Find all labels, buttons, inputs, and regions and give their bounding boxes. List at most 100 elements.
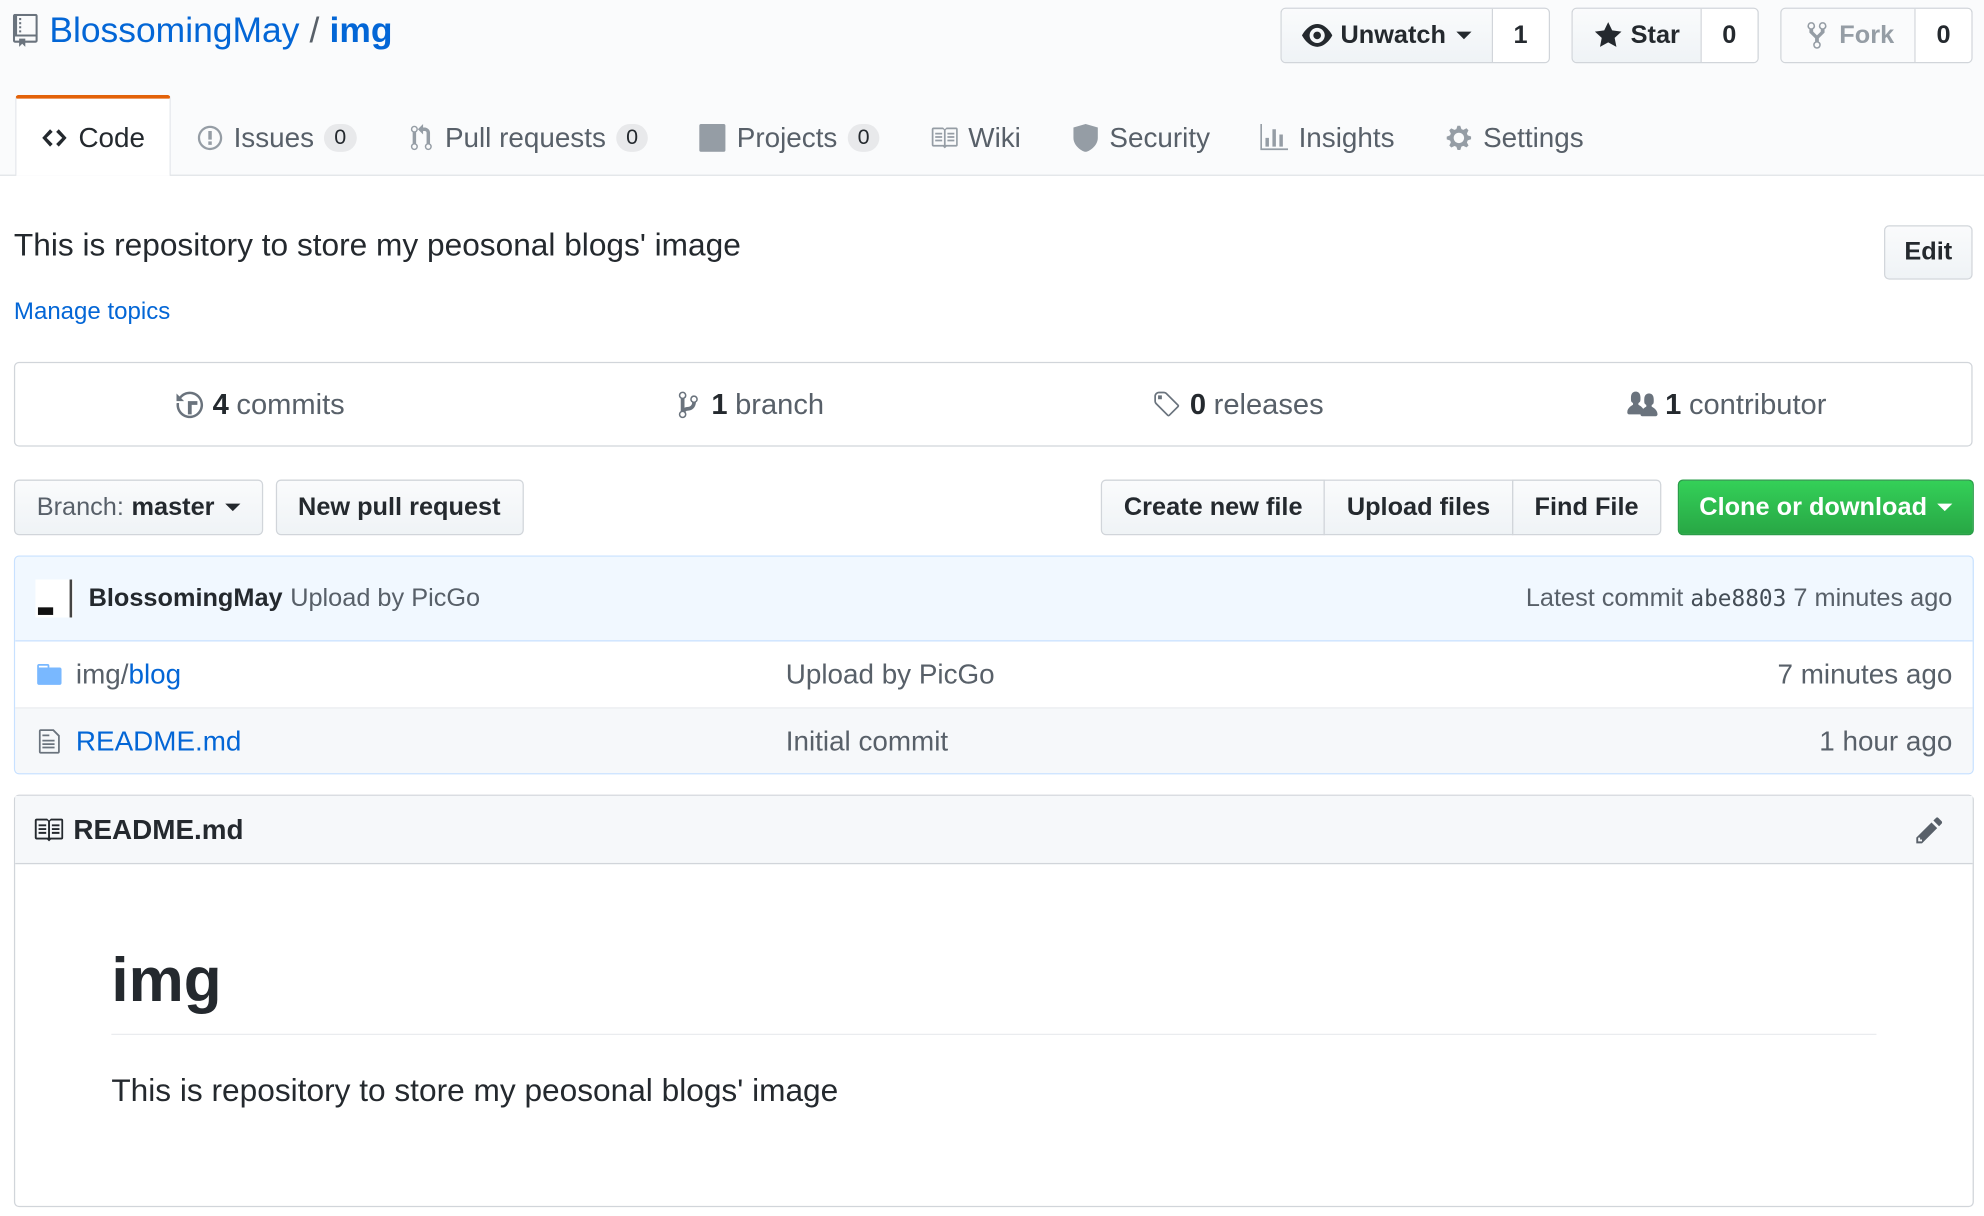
branch-count: 1	[711, 387, 728, 421]
tab-label: Wiki	[968, 120, 1021, 153]
stargazers-count[interactable]: 0	[1701, 8, 1758, 62]
pencil-icon[interactable]	[1914, 814, 1944, 844]
tab-issues[interactable]: Issues 0	[170, 97, 381, 175]
star-button[interactable]: Star	[1572, 8, 1702, 62]
chevron-down-icon	[1456, 31, 1472, 40]
repo-name-link[interactable]: img	[330, 10, 393, 50]
tab-label: Insights	[1298, 120, 1395, 153]
shield-icon	[1073, 123, 1098, 152]
readme-panel: README.md img This is repository to stor…	[13, 794, 1974, 1208]
readme-filename: README.md	[73, 812, 244, 845]
pull-request-icon	[410, 123, 432, 150]
commits-link[interactable]: 4 commits	[15, 363, 504, 445]
tab-insights[interactable]: Insights	[1235, 97, 1420, 175]
fork-button[interactable]: Fork	[1781, 8, 1916, 62]
file-commit-message[interactable]: Upload by PicGo	[786, 658, 1778, 691]
new-pull-request-button[interactable]: New pull request	[275, 479, 524, 536]
chevron-down-icon	[1937, 503, 1953, 512]
commit-author-link[interactable]: BlossomingMay	[89, 584, 283, 613]
find-file-button[interactable]: Find File	[1511, 479, 1662, 536]
file-actions-group: Create new file Upload files Find File	[1101, 479, 1662, 537]
path-leaf: README.md	[75, 724, 242, 757]
tab-label: Projects	[736, 120, 838, 153]
code-icon	[42, 128, 67, 146]
watchers-count[interactable]: 1	[1492, 8, 1549, 62]
tab-pull-requests[interactable]: Pull requests 0	[382, 97, 674, 175]
graph-icon	[1260, 123, 1289, 150]
commits-count: 4	[212, 387, 229, 421]
table-row: README.md Initial commit 1 hour ago	[15, 707, 1973, 774]
manage-topics-link[interactable]: Manage topics	[14, 299, 170, 327]
file-name-link[interactable]: README.md	[76, 724, 786, 757]
project-icon	[699, 123, 726, 152]
eye-icon	[1302, 24, 1333, 47]
repo-icon	[12, 13, 38, 47]
latest-commit-bar: BlossomingMay Upload by PicGo Latest com…	[15, 556, 1973, 642]
repo-owner-link[interactable]: BlossomingMay	[49, 10, 299, 50]
clone-label: Clone or download	[1699, 492, 1928, 521]
gear-icon	[1446, 125, 1472, 150]
commit-sha-link[interactable]: abe8803	[1690, 585, 1786, 612]
contributors-link[interactable]: 1 contributor	[1482, 363, 1971, 445]
tab-code[interactable]: Code	[15, 94, 171, 176]
file-age: 7 minutes ago	[1777, 657, 1953, 690]
tab-settings[interactable]: Settings	[1420, 97, 1609, 175]
tag-icon	[1154, 390, 1180, 416]
star-button-group: Star 0	[1571, 7, 1759, 64]
repo-description: This is repository to store my peosonal …	[13, 227, 741, 264]
releases-count: 0	[1189, 387, 1207, 421]
latest-commit-prefix: Latest commit	[1525, 583, 1684, 612]
watch-button-group: Unwatch 1	[1280, 7, 1550, 64]
branch-select-button[interactable]: Branch: master	[13, 479, 263, 536]
tab-label: Code	[78, 120, 145, 153]
file-navigation: Branch: master New pull request Create n…	[13, 479, 1974, 537]
clone-or-download-button[interactable]: Clone or download	[1677, 479, 1974, 536]
page: BlossomingMay / img Unwatch 1 Star 0 For…	[0, 0, 1984, 1216]
fork-label: Fork	[1839, 20, 1895, 49]
file-name-link[interactable]: img/blog	[76, 658, 786, 691]
fork-icon	[1807, 22, 1827, 49]
tab-wiki[interactable]: Wiki	[905, 97, 1046, 175]
readme-heading: img	[111, 945, 1877, 1036]
issue-icon	[197, 125, 222, 150]
projects-counter: 0	[847, 123, 880, 152]
forks-count[interactable]: 0	[1915, 8, 1972, 62]
pull-requests-counter: 0	[616, 123, 649, 152]
issues-counter: 0	[324, 123, 357, 152]
releases-link[interactable]: 0 releases	[993, 363, 1482, 445]
history-icon	[176, 390, 204, 418]
chevron-down-icon	[224, 503, 240, 512]
book-icon	[34, 818, 64, 841]
unwatch-button[interactable]: Unwatch	[1282, 8, 1493, 62]
tab-label: Issues	[233, 120, 315, 153]
people-icon	[1627, 390, 1658, 416]
tab-label: Settings	[1483, 120, 1584, 153]
branch-icon	[679, 390, 699, 418]
commits-label: commits	[236, 387, 345, 421]
repo-title: BlossomingMay / img	[12, 10, 393, 50]
repo-nav-tabs: Code Issues 0 Pull requests 0 Projects 0…	[15, 94, 1609, 176]
path-prefix: img/	[75, 657, 129, 690]
avatar[interactable]	[35, 579, 74, 618]
file-commit-message[interactable]: Initial commit	[786, 724, 1819, 757]
readme-header: README.md	[15, 795, 1973, 865]
upload-files-button[interactable]: Upload files	[1324, 479, 1514, 536]
tab-security[interactable]: Security	[1046, 97, 1235, 175]
file-age: 1 hour ago	[1819, 724, 1953, 757]
path-leaf: blog	[128, 657, 182, 690]
contributor-count: 1	[1665, 387, 1682, 421]
unwatch-label: Unwatch	[1340, 20, 1446, 49]
commit-message-link[interactable]: Upload by PicGo	[290, 584, 480, 613]
branches-link[interactable]: 1 branch	[504, 363, 993, 445]
book-icon	[932, 126, 959, 148]
edit-description-button[interactable]: Edit	[1884, 225, 1973, 280]
tab-projects[interactable]: Projects 0	[674, 97, 905, 175]
tab-label: Pull requests	[444, 120, 606, 153]
readme-paragraph: This is repository to store my peosonal …	[111, 1072, 839, 1109]
branch-name: master	[131, 492, 215, 521]
create-new-file-button[interactable]: Create new file	[1101, 479, 1326, 536]
releases-label: releases	[1213, 387, 1324, 421]
folder-icon	[37, 663, 62, 685]
path-separator: /	[309, 10, 320, 50]
latest-commit-info: Latest commit abe8803 7 minutes ago	[1526, 584, 1953, 613]
